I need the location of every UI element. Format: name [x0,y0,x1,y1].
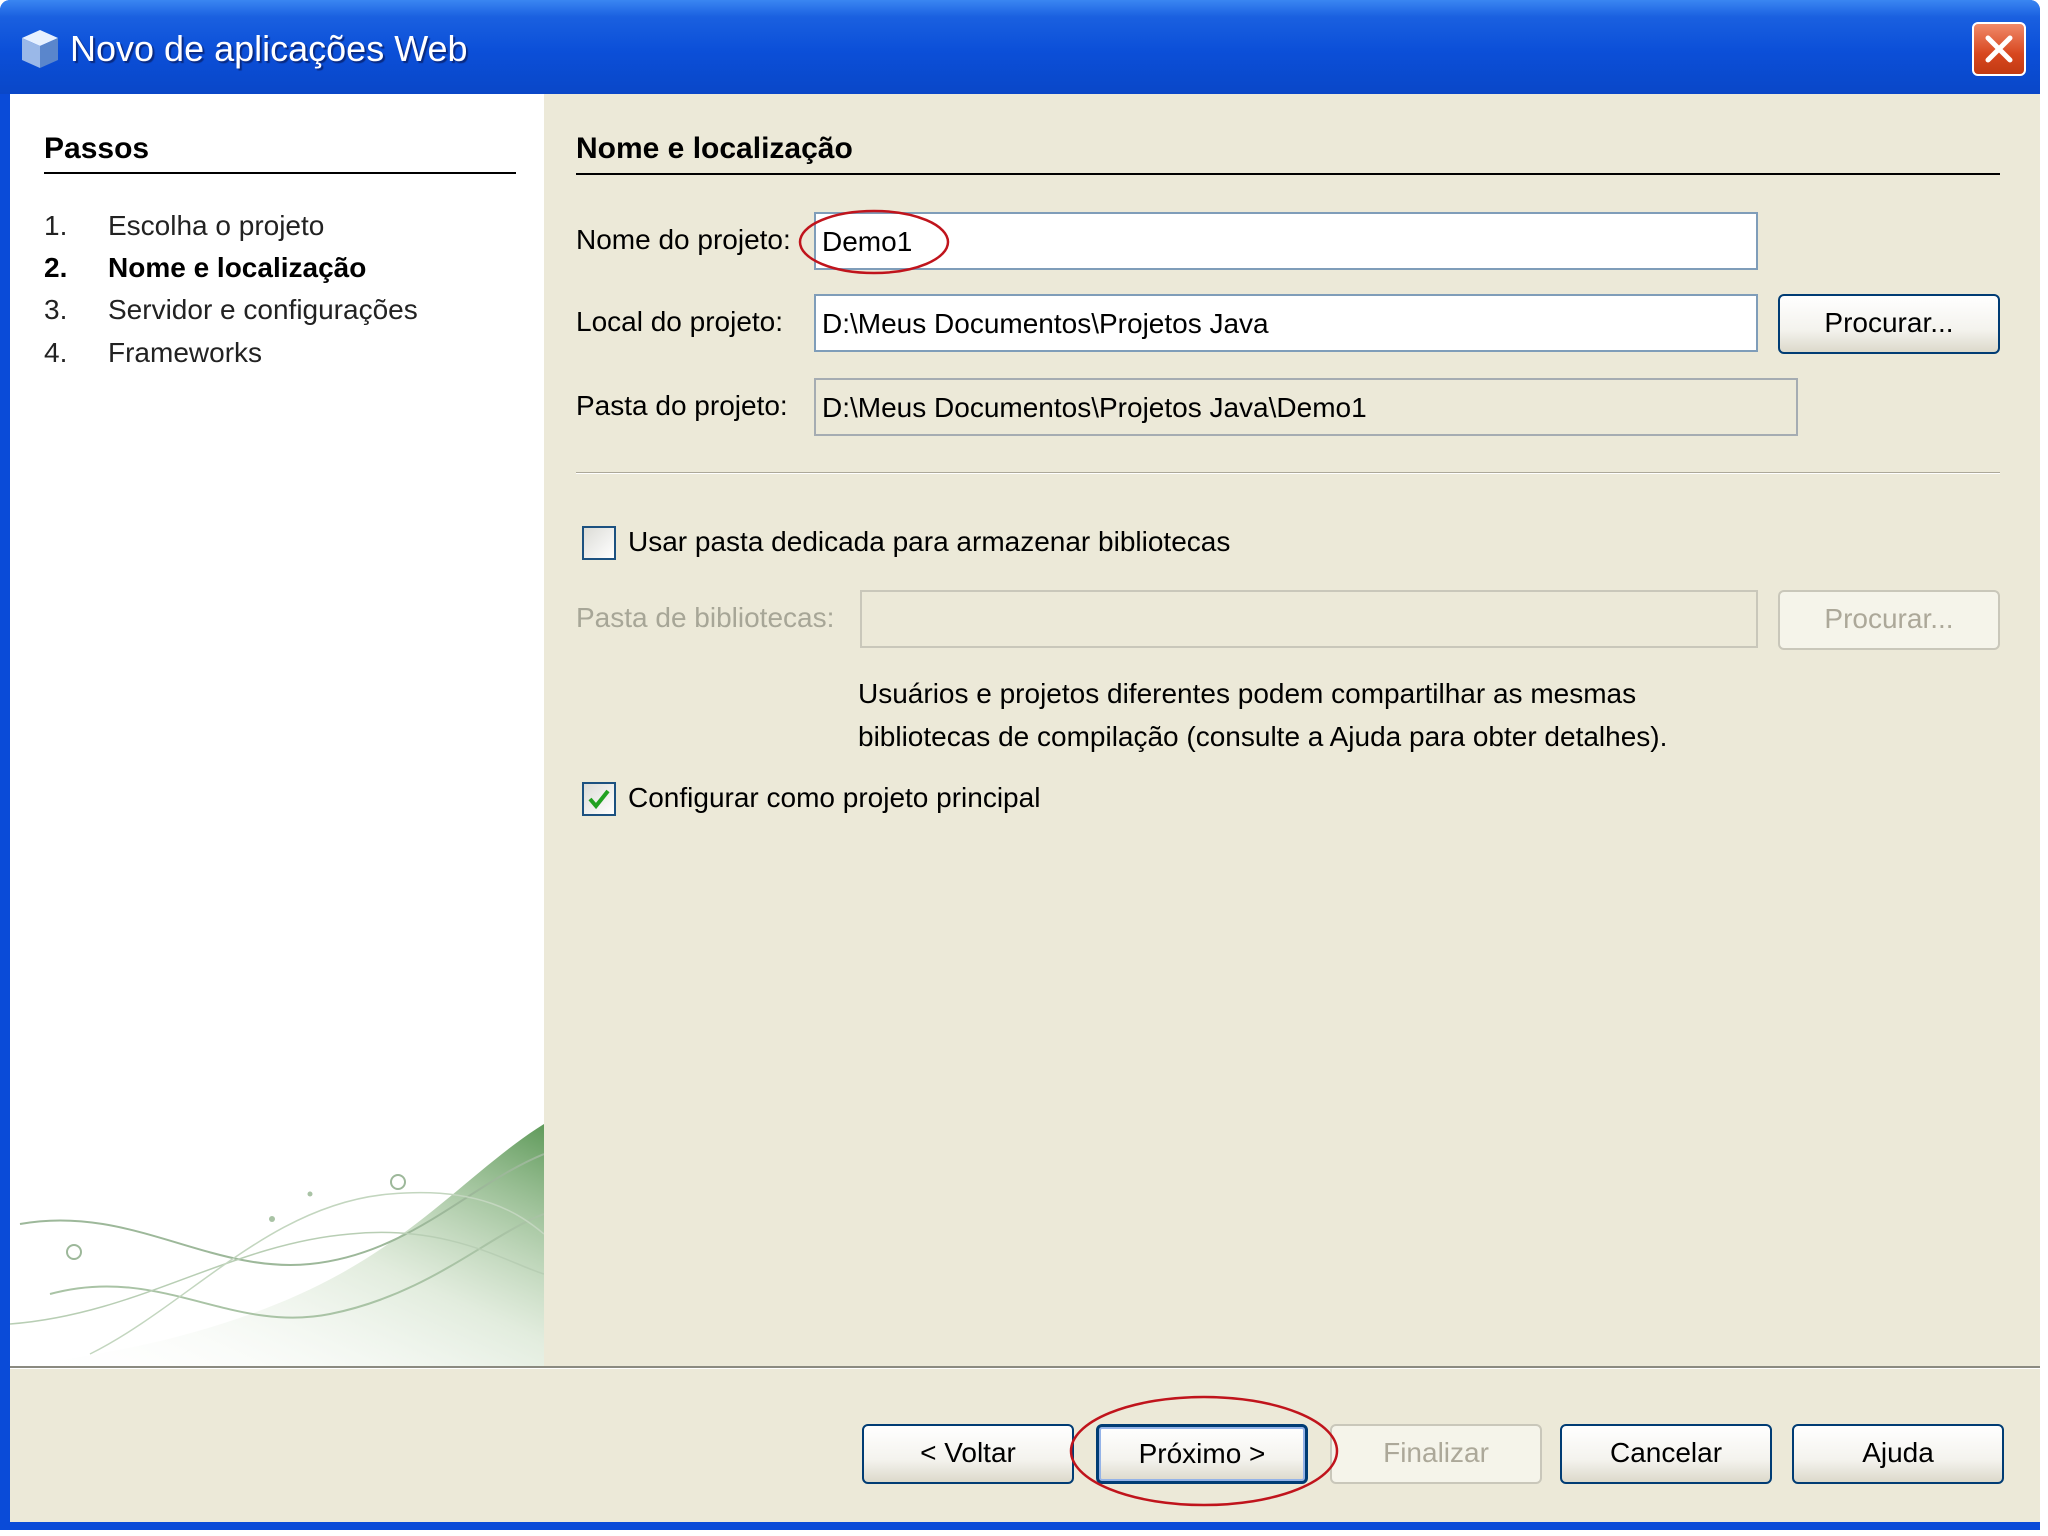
step-number: 4. [44,337,68,368]
libraries-folder-label: Pasta de bibliotecas: [576,602,835,633]
project-folder-input: D:\Meus Documentos\Projetos Java\Demo1 [814,378,1798,436]
section-title: Nome e localização [576,132,853,165]
project-name-label: Nome do projeto: [576,224,791,255]
title-bar[interactable]: Novo de aplicações Web [0,0,2040,94]
cube-icon [22,30,58,68]
close-button[interactable] [1972,22,2026,76]
step-item-1: 1. Escolha o projeto [44,210,324,242]
button-bar-separator [10,1366,2040,1369]
browse-location-button[interactable]: Procurar... [1778,294,2000,354]
step-label: Escolha o projeto [108,210,325,241]
dialog-window: Novo de aplicações Web Passos 1. Escolha … [0,0,2040,1530]
steps-divider [44,172,516,174]
finish-button[interactable]: Finalizar [1330,1424,1542,1484]
steps-title: Passos [44,132,150,165]
project-location-label: Local do projeto: [576,306,784,337]
form-separator [576,472,2000,474]
main-project-label[interactable]: Configurar como projeto principal [628,782,1040,814]
help-button[interactable]: Ajuda [1792,1424,2004,1484]
step-number: 3. [44,294,68,325]
main-project-checkbox[interactable] [582,782,616,816]
step-item-3: 3. Servidor e configurações [44,294,418,326]
window-title: Novo de aplicações Web [70,28,468,69]
step-number: 2. [44,252,68,283]
decorative-swirl-graphic [10,1124,544,1366]
check-mark-icon [588,789,610,810]
cancel-button[interactable]: Cancelar [1560,1424,1772,1484]
libraries-folder-input[interactable] [860,590,1758,648]
help-text-line-2: bibliotecas de compilação (consulte a Aj… [858,721,1668,752]
back-button[interactable]: < Voltar [862,1424,1074,1484]
dedicated-folder-label[interactable]: Usar pasta dedicada para armazenar bibli… [628,526,1230,558]
project-name-input[interactable]: Demo1 [814,212,1758,270]
step-item-4: 4. Frameworks [44,337,262,369]
next-button[interactable]: Próximo > [1096,1424,1308,1484]
step-item-2: 2. Nome e localização [44,252,366,284]
project-folder-label: Pasta do projeto: [576,390,788,421]
libraries-help-text: Usuários e projetos diferentes podem com… [858,672,1667,758]
step-number: 1. [44,210,68,241]
project-location-input[interactable]: D:\Meus Documentos\Projetos Java [814,294,1758,352]
step-label: Frameworks [108,337,263,368]
dedicated-folder-checkbox[interactable] [582,526,616,560]
steps-panel: Passos 1. Escolha o projeto 2. Nome e loca… [10,94,544,1366]
section-divider [576,173,2000,175]
step-label: Nome e localização [108,252,367,283]
help-text-line-1: Usuários e projetos diferentes podem com… [858,678,1637,709]
step-label: Servidor e configurações [108,294,418,325]
browse-libraries-button[interactable]: Procurar... [1778,590,2000,650]
close-icon [1985,35,2013,63]
dialog-client-area: Passos 1. Escolha o projeto 2. Nome e loca… [10,94,2040,1522]
